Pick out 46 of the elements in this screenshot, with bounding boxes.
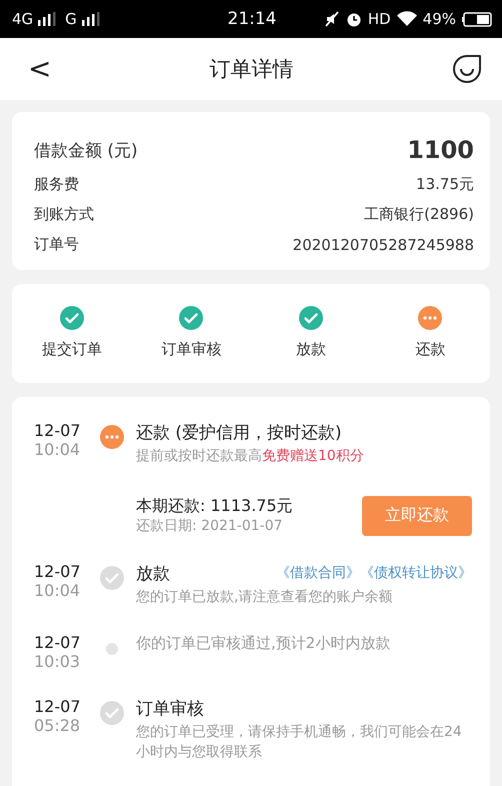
due-date: 还款日期: 2021-01-07 bbox=[136, 517, 284, 536]
step-label: 订单审核 bbox=[161, 340, 222, 359]
network-label: G bbox=[65, 10, 77, 28]
event-time: 10:04 bbox=[34, 440, 82, 459]
amount-label: 借款金额 (元) bbox=[34, 140, 138, 162]
event-description: 您的订单已放款,请注意查看您的账户余额 bbox=[136, 588, 394, 607]
event-date: 12-07 bbox=[34, 562, 82, 581]
detail-value: 工商银行(2896) bbox=[364, 205, 474, 224]
clock-time: 21:14 bbox=[228, 9, 276, 29]
event-description: 您的订单已受理，请保持手机通畅，我们可能会在24小时内与您取得联系 bbox=[136, 723, 463, 762]
alarm-icon bbox=[346, 11, 362, 27]
event-title: 还款 (爱护信用，按时还款) bbox=[136, 422, 342, 444]
event-date: 12-07 bbox=[34, 421, 82, 440]
step-label: 提交订单 bbox=[42, 340, 102, 359]
payment-amount: 本期还款: 1113.75元 bbox=[136, 496, 293, 518]
event-date: 12-07 bbox=[34, 633, 82, 652]
document-link[interactable]: 《债权转让协议》 bbox=[360, 564, 472, 582]
event-description: 你的订单已审核通过,预计2小时内放款 bbox=[136, 633, 392, 654]
document-link[interactable]: 《借款合同》 bbox=[276, 564, 360, 582]
detail-value: 13.75元 bbox=[416, 175, 474, 194]
event-description: 提前或按时还款最高免费赠送10积分 bbox=[136, 447, 365, 466]
network-label: 4G bbox=[12, 10, 34, 28]
battery-percent: 49% bbox=[422, 10, 456, 28]
event-time: 10:04 bbox=[34, 580, 82, 600]
event-time: 10:03 bbox=[34, 652, 82, 672]
step-label: 放款 bbox=[296, 340, 326, 359]
step-label: 还款 bbox=[415, 340, 446, 359]
page-title: 订单详情 bbox=[210, 56, 294, 83]
battery-icon bbox=[462, 12, 492, 26]
wifi-icon bbox=[396, 11, 417, 27]
event-title: 放款 bbox=[136, 562, 170, 585]
chat-icon[interactable] bbox=[452, 54, 482, 84]
event-time: 05:28 bbox=[34, 716, 82, 736]
back-button[interactable]: < bbox=[28, 55, 52, 83]
detail-value: 2020120705287245988 bbox=[292, 236, 474, 254]
amount-value: 1100 bbox=[407, 136, 474, 164]
event-date: 12-07 bbox=[34, 697, 82, 716]
signal-icon bbox=[80, 12, 101, 26]
mute-icon bbox=[324, 11, 340, 27]
detail-label: 服务费 bbox=[34, 175, 79, 194]
event-title: 订单审核 bbox=[136, 698, 204, 720]
hd-label: HD bbox=[368, 10, 391, 28]
detail-label: 到账方式 bbox=[34, 205, 94, 224]
detail-label: 订单号 bbox=[34, 235, 79, 254]
signal-icon bbox=[37, 12, 58, 26]
repay-button[interactable]: 立即还款 bbox=[362, 496, 472, 536]
